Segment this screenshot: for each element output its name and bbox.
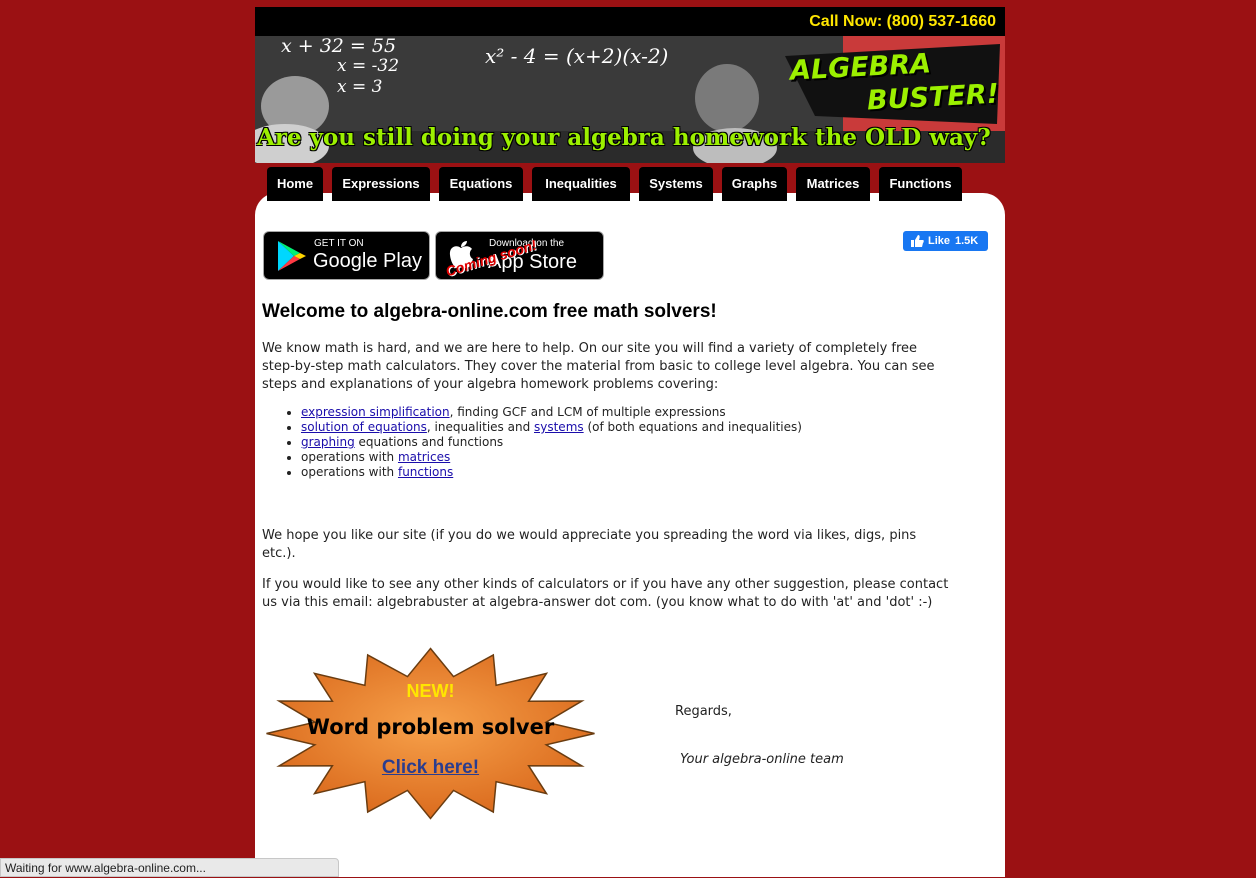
facebook-like-label: Like: [928, 235, 951, 247]
list-item-text: (of both equations and inequalities): [583, 420, 802, 434]
list-item-text: operations with: [301, 465, 398, 479]
facebook-like-button[interactable]: Like 1.5K: [903, 231, 988, 251]
list-item: graphing equations and functions: [301, 435, 802, 450]
list-item: operations with functions: [301, 465, 802, 480]
google-play-button[interactable]: GET IT ON Google Play: [263, 231, 430, 280]
click-here-link[interactable]: Click here!: [382, 757, 479, 778]
banner-equation-3: x = 3: [337, 77, 383, 97]
facebook-like-count: 1.5K: [955, 235, 979, 247]
nav-graphs[interactable]: Graphs: [722, 167, 787, 201]
nav-inequalities[interactable]: Inequalities: [532, 167, 630, 201]
banner-equation-4: x² - 4 = (x+2)(x-2): [485, 44, 669, 68]
list-item-text: operations with: [301, 450, 398, 464]
main-content: GET IT ON Google Play Download on the Ap…: [255, 193, 1005, 877]
nav-matrices[interactable]: Matrices: [796, 167, 870, 201]
nav-home[interactable]: Home: [267, 167, 323, 201]
intro-paragraph: We know math is hard, and we are here to…: [262, 341, 935, 392]
main-nav: Home Expressions Equations Inequalities …: [255, 167, 1005, 202]
nav-equations[interactable]: Equations: [439, 167, 523, 201]
header-banner: x + 32 = 55 x = -32 x = 3 x² - 4 = (x+2)…: [255, 36, 1005, 163]
solution-of-equations-link[interactable]: solution of equations: [301, 420, 427, 434]
matrices-link[interactable]: matrices: [398, 450, 450, 464]
team-signature: Your algebra-online team: [680, 752, 844, 767]
functions-link[interactable]: functions: [398, 465, 453, 479]
list-item: expression simplification, finding GCF a…: [301, 405, 802, 420]
promo-title: Word problem solver: [306, 715, 555, 739]
app-store-button[interactable]: Download on the App Store Coming soon!: [435, 231, 604, 280]
regards-text: Regards,: [675, 704, 732, 719]
google-play-icon: [278, 241, 306, 271]
page-wrapper: Call Now: (800) 537-1660 x + 32 = 55 x =…: [255, 7, 1005, 877]
features-list: expression simplification, finding GCF a…: [262, 405, 802, 480]
graphing-link[interactable]: graphing: [301, 435, 355, 449]
list-item: solution of equations, inequalities and …: [301, 420, 802, 435]
contact-paragraph: If you would like to see any other kinds…: [262, 577, 949, 610]
list-item-text: , finding GCF and LCM of multiple expres…: [449, 405, 726, 419]
banner-equation-1: x + 32 = 55: [281, 36, 397, 57]
browser-status-bar: Waiting for www.algebra-online.com...: [0, 858, 339, 877]
list-item: operations with matrices: [301, 450, 802, 465]
google-play-small-text: GET IT ON: [314, 238, 364, 249]
status-text: Waiting for www.algebra-online.com...: [5, 861, 206, 875]
list-item-text: equations and functions: [354, 435, 504, 449]
thumbs-up-icon: [911, 235, 924, 247]
systems-link[interactable]: systems: [534, 420, 584, 434]
call-now-bar: Call Now: (800) 537-1660: [255, 7, 1005, 36]
nav-functions[interactable]: Functions: [879, 167, 962, 201]
page-title: Welcome to algebra-online.com free math …: [262, 301, 717, 322]
hope-paragraph: We hope you like our site (if you do we …: [262, 528, 917, 561]
header-tagline: Are you still doing your algebra homewor…: [257, 124, 991, 151]
list-item-text: , inequalities and: [426, 420, 534, 434]
nav-systems[interactable]: Systems: [639, 167, 713, 201]
call-now-text: Call Now: (800) 537-1660: [809, 13, 996, 30]
expression-simplification-link[interactable]: expression simplification: [301, 405, 450, 419]
word-problem-solver-promo[interactable]: NEW! Word problem solver Click here!: [265, 647, 596, 820]
new-badge: NEW!: [406, 681, 455, 701]
nav-expressions[interactable]: Expressions: [332, 167, 430, 201]
google-play-big-text: Google Play: [313, 250, 422, 272]
banner-equation-2: x = -32: [337, 56, 400, 76]
